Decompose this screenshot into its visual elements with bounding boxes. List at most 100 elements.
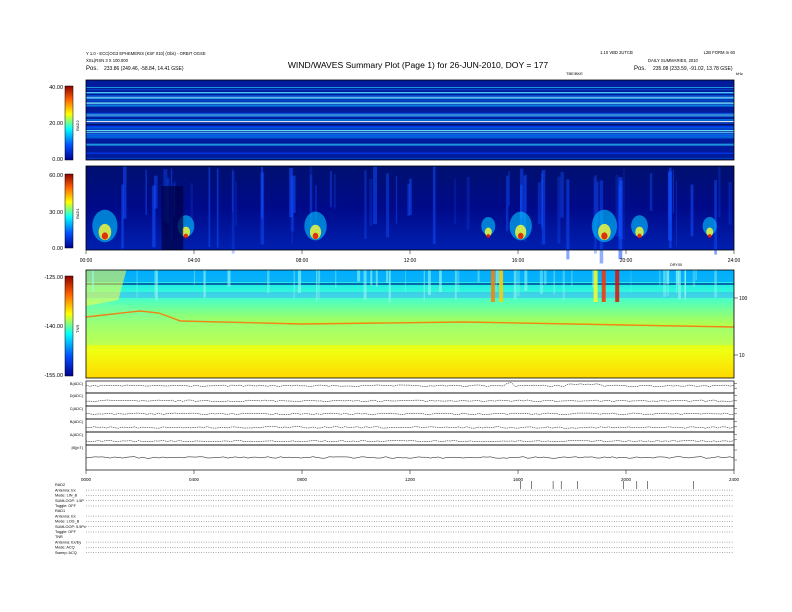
tnr-colorbar <box>64 275 74 377</box>
tnr-streak <box>227 270 231 287</box>
omni-xtick-label: 2000 <box>621 477 632 482</box>
rad2-band <box>86 157 734 160</box>
rad1-streak <box>373 166 377 225</box>
tnr-spectrogram <box>85 269 735 379</box>
status-line: SUMLOOP: 5.5Px <box>55 525 86 529</box>
tnr-streak <box>630 270 632 294</box>
rad1-burst <box>601 232 608 240</box>
instrument-status: RAD2Antenna: ExMode: LIN_BSUMLOOP: 1.5PT… <box>55 481 734 555</box>
rad2-band <box>86 121 734 123</box>
tnr-burst <box>491 270 495 302</box>
rad1-burst <box>486 234 491 238</box>
omni-panel-frame <box>85 405 735 420</box>
rad2-band <box>86 104 734 107</box>
rad2-band <box>86 98 734 100</box>
rad2-band <box>86 124 734 126</box>
omni-panels: B(ADC) D(ADC) C(ADC) B(ADC) A(ADC) |B|(nT) <box>70 380 737 471</box>
tnr-streak <box>658 270 661 286</box>
rad1-xtick-note: DRY00 <box>670 263 682 267</box>
rad2-band <box>86 136 734 139</box>
rad1-streak <box>369 178 373 226</box>
rad1-streak <box>454 179 456 225</box>
rad2-band <box>86 119 734 121</box>
rad2-band <box>86 134 734 136</box>
rad1-streak <box>508 171 510 206</box>
time-axis-label: TBE/BKE <box>566 71 583 76</box>
omni-series-label: B(ADC) <box>70 420 84 424</box>
tnr-streak <box>571 270 573 286</box>
rad1-streak <box>232 169 234 213</box>
omni-series-label: D(ADC) <box>70 394 84 398</box>
tnr-band <box>86 270 734 282</box>
tnr-streak <box>386 270 388 283</box>
rad2-band <box>86 115 734 118</box>
khz-label: kHz <box>736 71 743 76</box>
rad2-ytick-mid: 20.00 <box>49 121 63 127</box>
omni-panel-frame <box>85 380 735 394</box>
rad1-streak <box>386 173 390 238</box>
rad1-streak <box>260 172 265 245</box>
tnr-streak <box>553 270 556 295</box>
rad1-streak <box>466 177 470 230</box>
status-line: Antenna: Ex <box>55 514 76 518</box>
rad1-axis-label: RAD1 <box>75 208 80 219</box>
rad2-axis-label: RAD2 <box>75 120 80 131</box>
tnr-burst <box>601 270 606 302</box>
tnr-ytick-mid: -140.00 <box>44 324 63 330</box>
tnr-streak <box>678 270 681 300</box>
rad1-streak <box>537 182 541 225</box>
tnr-right-label-10: 10 <box>739 353 745 359</box>
status-line: Antenna: Ex <box>55 488 76 492</box>
tnr-streak <box>316 270 318 302</box>
header-left-pos-label: Pos. <box>86 66 98 72</box>
rad2-band <box>86 95 734 97</box>
tnr-ytick-bottom: -155.00 <box>44 373 63 379</box>
tnr-streak <box>388 270 391 302</box>
status-line: Toggle: OFF <box>55 530 77 534</box>
rad1-ytick-mid: 30.00 <box>49 210 63 216</box>
rad1-streak <box>566 179 570 260</box>
status-line: Antenna: Ex/Ey <box>55 540 81 544</box>
tnr-streak <box>267 270 270 294</box>
page-title: WIND/WAVES Summary Plot (Page 1) for 26-… <box>288 60 549 70</box>
tnr-streak <box>427 270 431 295</box>
tnr-streak <box>517 270 520 297</box>
omni-xtick-label: 1200 <box>405 477 416 482</box>
rad1-streak <box>520 168 524 218</box>
rad1-xtick-label: 12:00 <box>404 258 417 264</box>
tnr-streak <box>513 270 517 300</box>
tnr-streak <box>335 270 337 289</box>
tnr-streak <box>363 270 367 300</box>
tnr-burst <box>593 270 598 302</box>
tnr-streak <box>203 270 206 298</box>
tnr-streak <box>370 270 372 285</box>
status-line: Mode: LOG_B <box>55 520 80 524</box>
rad2-band <box>86 125 734 128</box>
rad1-xtick-label: 00:00 <box>80 258 93 264</box>
tnr-streak <box>357 270 361 282</box>
rad1-streak <box>526 174 528 212</box>
omni-panel-frame <box>85 431 735 446</box>
header-left-line2: XSL(RSN 3 X 100.000 <box>86 58 129 63</box>
tnr-streak <box>692 270 696 288</box>
status-line: RAD2 <box>55 483 65 487</box>
tnr-streak <box>439 270 442 292</box>
omni-series-line <box>85 399 735 402</box>
omni-panel-frame <box>85 418 735 433</box>
omni-xtick-label: 1600 <box>513 477 524 482</box>
rad1-streak <box>432 166 436 245</box>
rad1-streak <box>506 175 509 232</box>
rad1-streak <box>557 176 561 244</box>
rad1-streak <box>216 168 219 248</box>
tnr-streak <box>423 270 425 302</box>
omni-series-line <box>85 456 735 459</box>
rad1-streak <box>333 174 337 209</box>
omni-xtick-label: 0000 <box>81 477 92 482</box>
rad2-colorbar <box>64 85 74 161</box>
tnr-right-label-100: 100 <box>739 296 748 302</box>
rad1-xtick-label: 24:00 <box>728 258 741 264</box>
tnr-ytick-top: -125.00 <box>44 275 63 281</box>
rad1-streak <box>123 166 127 219</box>
tnr-streak <box>562 270 565 301</box>
rad1-streak <box>364 170 367 239</box>
